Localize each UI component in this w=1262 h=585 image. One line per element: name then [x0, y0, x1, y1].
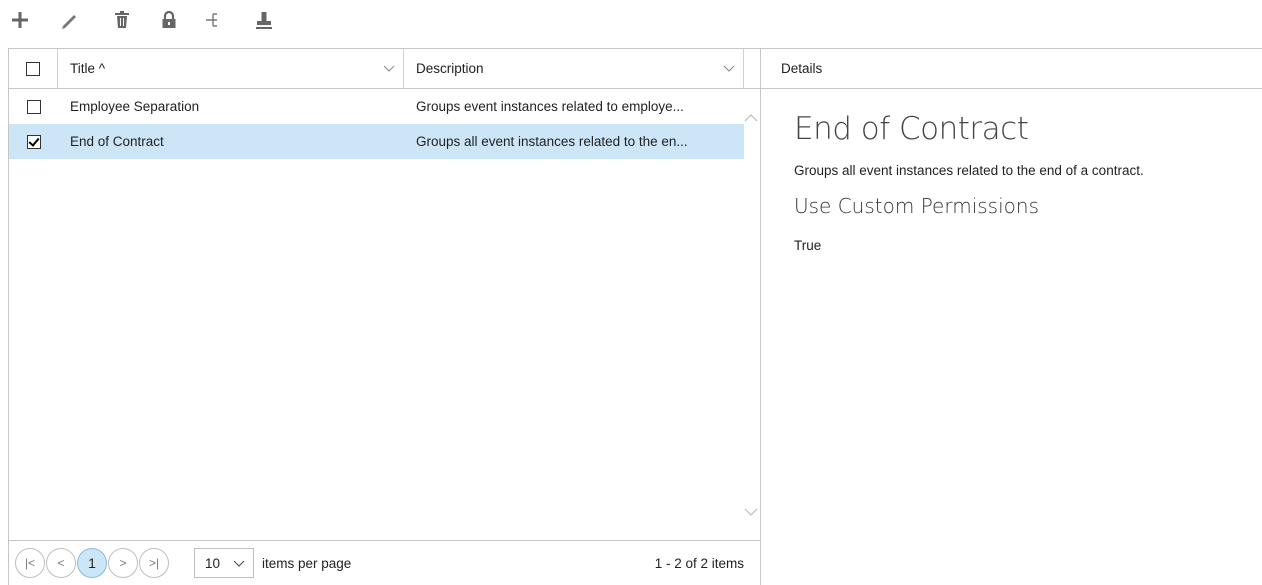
chevron-down-icon[interactable] — [723, 62, 735, 74]
add-button[interactable] — [8, 8, 32, 32]
pager-info: 1 - 2 of 2 items — [654, 555, 744, 571]
row-checkbox[interactable] — [26, 99, 41, 114]
event-groups-grid: Title ^ Description Employee Separation … — [8, 48, 761, 585]
hierarchy-button[interactable] — [202, 8, 226, 32]
scroll-up-icon[interactable] — [744, 111, 758, 125]
edit-button[interactable] — [57, 8, 81, 32]
row-checkbox[interactable] — [26, 134, 41, 149]
grid-rows: Employee Separation Groups event instanc… — [9, 89, 744, 159]
last-page-button[interactable]: >| — [139, 548, 169, 578]
title-column-label: Title ^ — [70, 61, 106, 76]
details-description: Groups all event instances related to th… — [794, 163, 1144, 178]
description-column-label: Description — [416, 61, 484, 76]
page-1-button[interactable]: 1 — [77, 548, 107, 578]
details-subheading: Use Custom Permissions — [794, 194, 1039, 218]
page-size-label: items per page — [262, 555, 352, 571]
row-title: End of Contract — [70, 134, 164, 149]
toolbar — [0, 0, 400, 44]
row-description: Groups event instances related to employ… — [416, 99, 684, 114]
plus-icon — [12, 12, 28, 28]
table-row[interactable]: End of Contract Groups all event instanc… — [9, 124, 744, 159]
table-row[interactable]: Employee Separation Groups event instanc… — [9, 89, 744, 124]
pager: |< < 1 > >| 10 items per page 1 - 2 of 2… — [9, 540, 760, 585]
trash-icon — [115, 11, 129, 28]
hierarchy-icon — [206, 13, 217, 27]
chevron-down-icon[interactable] — [383, 62, 395, 74]
description-column-header[interactable]: Description — [404, 49, 744, 88]
vertical-scrollbar[interactable] — [742, 89, 760, 527]
details-header: Details — [761, 48, 1262, 89]
next-page-button[interactable]: > — [108, 548, 138, 578]
pencil-icon — [62, 15, 76, 29]
row-checkbox-cell — [9, 134, 58, 149]
lock-icon — [162, 10, 176, 28]
scroll-down-icon[interactable] — [744, 505, 758, 519]
delete-button[interactable] — [110, 8, 134, 32]
grid-header: Title ^ Description — [9, 49, 760, 89]
title-column-header[interactable]: Title ^ — [58, 49, 404, 88]
select-all-cell — [9, 49, 58, 88]
row-checkbox-cell — [9, 99, 58, 114]
page-size-select[interactable]: 10 — [194, 548, 254, 578]
row-title: Employee Separation — [70, 99, 200, 114]
details-panel: Details End of Contract Groups all event… — [761, 48, 1262, 585]
details-value: True — [794, 238, 822, 253]
stamp-icon — [256, 12, 272, 29]
prev-page-button[interactable]: < — [46, 548, 76, 578]
chevron-down-icon — [233, 560, 245, 567]
page-size-value: 10 — [205, 555, 221, 571]
row-description: Groups all event instances related to th… — [416, 134, 688, 149]
first-page-button[interactable]: |< — [15, 548, 45, 578]
details-title: End of Contract — [794, 111, 1029, 147]
permissions-button[interactable] — [157, 8, 181, 32]
select-all-checkbox[interactable] — [26, 61, 40, 76]
stamp-button[interactable] — [252, 8, 276, 32]
